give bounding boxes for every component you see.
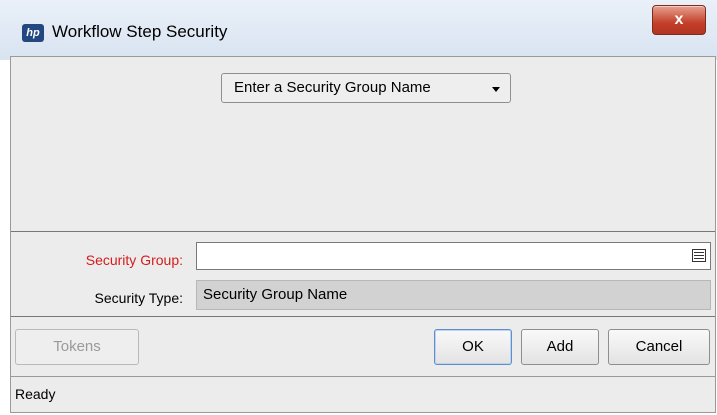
ok-button[interactable]: OK bbox=[434, 329, 512, 365]
security-mode-dropdown[interactable]: Enter a Security Group Name bbox=[221, 73, 511, 103]
tokens-button[interactable]: Tokens bbox=[15, 329, 139, 365]
security-type-label: Security Type: bbox=[94, 290, 183, 306]
window-title: Workflow Step Security bbox=[52, 22, 228, 41]
security-type-field: Security Group Name bbox=[196, 280, 711, 310]
status-bar: Ready bbox=[11, 376, 715, 412]
dropdown-value: Enter a Security Group Name bbox=[234, 79, 431, 96]
security-group-label: Security Group: bbox=[85, 252, 183, 268]
security-list-panel: Enter a Security Group Name bbox=[11, 57, 715, 231]
list-picker-icon[interactable] bbox=[692, 249, 706, 262]
title-bar[interactable]: hp Workflow Step Security x bbox=[0, 0, 717, 60]
hp-logo-icon: hp bbox=[22, 24, 44, 42]
cancel-button[interactable]: Cancel bbox=[608, 329, 710, 365]
close-button[interactable]: x bbox=[652, 5, 706, 35]
add-button[interactable]: Add bbox=[521, 329, 599, 365]
workflow-step-security-dialog: hp Workflow Step Security x Enter a Secu… bbox=[0, 0, 717, 415]
chevron-down-icon bbox=[492, 87, 500, 92]
content-frame: Enter a Security Group Name Security Gro… bbox=[10, 56, 716, 413]
security-form: Security Group: Security Type: Security … bbox=[11, 231, 715, 317]
security-group-input[interactable] bbox=[196, 242, 711, 270]
